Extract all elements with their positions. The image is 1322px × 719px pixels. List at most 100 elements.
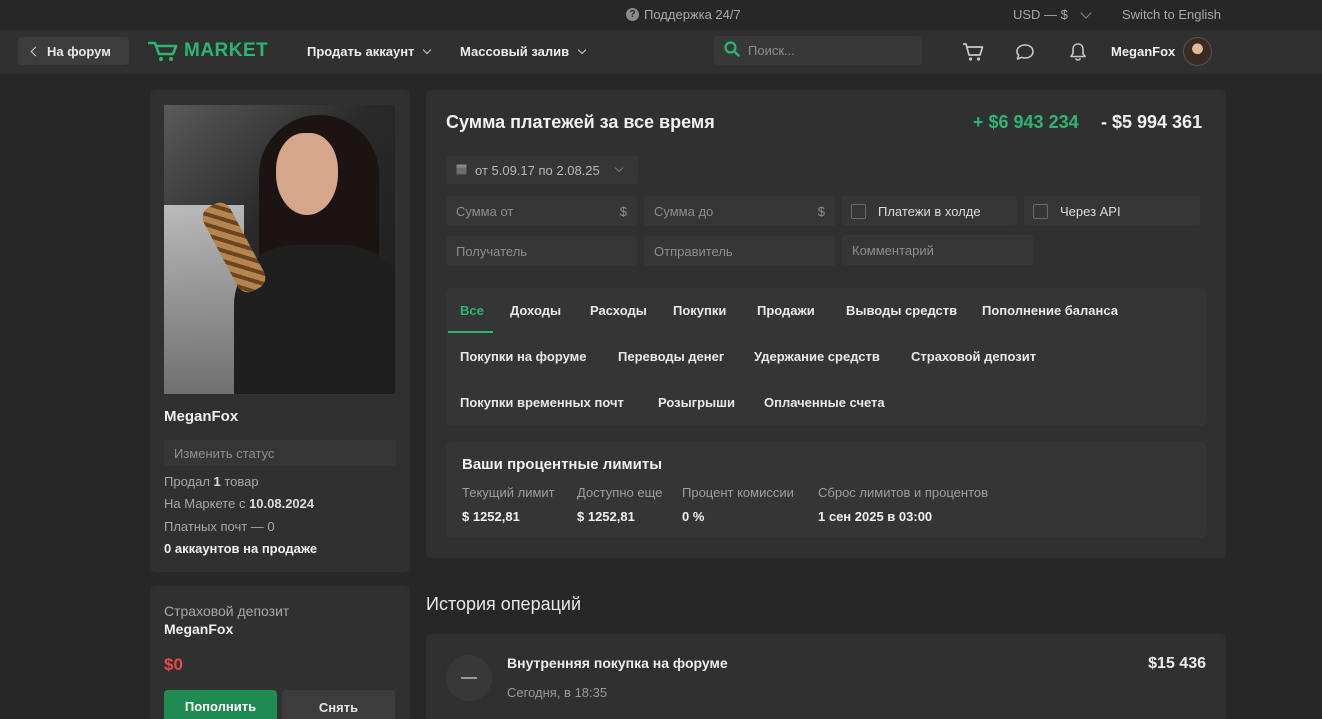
cart-logo-icon (147, 40, 178, 62)
tab-income[interactable]: Доходы (510, 303, 561, 318)
withdraw-button[interactable]: Снять (282, 690, 395, 719)
chat-icon[interactable] (1013, 40, 1037, 64)
history-title: История операций (426, 594, 582, 614)
commission-value: 0 % (682, 509, 705, 524)
date-range-label: от 5.09.17 по 2.08.25 (475, 162, 600, 178)
deposit-amount: $0 (164, 655, 183, 674)
chevron-down-icon (423, 45, 432, 54)
tab-temp-mail-purchases[interactable]: Покупки временных почт (460, 395, 624, 410)
hold-checkbox[interactable]: Платежи в холде (842, 196, 1017, 226)
current-limit-label: Текущий лимит (462, 485, 555, 500)
sold-suffix: товар (220, 474, 259, 489)
sold-number: 1 (213, 474, 221, 489)
current-limit-value: $ 1252,81 (462, 509, 520, 524)
profile-card: MeganFox Продал 1 товар На Маркете с 10.… (150, 90, 410, 572)
tab-sales[interactable]: Продажи (757, 303, 815, 318)
avatar (1183, 37, 1213, 66)
sum-from-field[interactable]: $ (446, 196, 637, 226)
search-box[interactable] (714, 36, 922, 65)
receiver-field[interactable] (446, 236, 637, 266)
profile-photo[interactable] (164, 105, 395, 394)
sum-to-field[interactable]: $ (644, 196, 835, 226)
language-switch[interactable]: Switch to English (1122, 7, 1221, 22)
market-logo[interactable]: MARKET (147, 40, 269, 62)
tab-purchases[interactable]: Покупки (673, 303, 726, 318)
tab-expenses[interactable]: Расходы (590, 303, 647, 318)
operation-time: Сегодня, в 18:35 (507, 685, 608, 700)
back-label: На форум (47, 43, 111, 59)
operation-title: Внутренняя покупка на форуме (507, 655, 728, 671)
sender-input[interactable] (654, 243, 825, 259)
limits-panel: Ваши процентные лимиты Текущий лимит $ 1… (446, 442, 1206, 538)
back-to-forum-button[interactable]: На форум (18, 37, 129, 65)
menu-label: Массовый залив (460, 44, 570, 59)
chevron-down-icon (614, 163, 624, 173)
menu-sell-account[interactable]: Продать аккаунт (307, 44, 432, 59)
deposit-card: Страховой депозит MeganFox $0 Пополнить … (150, 586, 410, 719)
tab-insurance-deposit[interactable]: Страховой депозит (911, 349, 1036, 364)
user-menu[interactable]: MeganFox (1111, 37, 1213, 66)
market-since: На Маркете с 10.08.2024 (164, 496, 314, 511)
paid-mail-count: Платных почт — 0 (164, 519, 275, 534)
tab-balance-topup[interactable]: Пополнение баланса (982, 303, 1118, 318)
profile-name[interactable]: MeganFox (164, 408, 238, 425)
since-prefix: На Маркете с (164, 496, 250, 511)
help-icon: ? (626, 8, 639, 21)
payments-title: Сумма платежей за все время (446, 112, 715, 132)
tab-giveaways[interactable]: Розыгрыши (658, 395, 735, 410)
calendar-icon (456, 163, 467, 178)
accounts-on-sale[interactable]: 0 аккаунтов на продаже (164, 541, 317, 556)
menu-label: Продать аккаунт (307, 44, 415, 59)
sold-count: Продал 1 товар (164, 474, 259, 489)
logo-text: MARKET (184, 40, 269, 61)
comment-field[interactable] (842, 235, 1033, 265)
income-total: + $6 943 234 (973, 112, 1079, 132)
tab-withdrawals[interactable]: Выводы средств (846, 303, 957, 318)
sum-from-input[interactable] (456, 203, 620, 219)
search-icon (724, 41, 740, 60)
tab-forum-purchases[interactable]: Покупки на форуме (460, 349, 587, 364)
api-checkbox[interactable]: Через API (1024, 196, 1200, 226)
tab-money-transfers[interactable]: Переводы денег (618, 349, 724, 364)
tab-paid-invoices[interactable]: Оплаченные счета (764, 395, 885, 410)
status-input[interactable] (164, 440, 396, 466)
deposit-user: MeganFox (164, 621, 234, 637)
payments-card: Сумма платежей за все время + $6 943 234… (426, 90, 1226, 558)
support-link[interactable]: ? Поддержка 24/7 (626, 7, 741, 22)
api-label: Через API (1060, 203, 1121, 219)
tab-holds[interactable]: Удержание средств (754, 349, 880, 364)
header: На форум MARKET Продать аккаунт Массовый… (0, 30, 1322, 74)
menu-bulk-upload[interactable]: Массовый залив (460, 44, 587, 59)
since-date: 10.08.2024 (249, 496, 315, 511)
sold-prefix: Продал (164, 474, 214, 489)
operation-row[interactable]: Внутренняя покупка на форуме Сегодня, в … (426, 634, 1226, 719)
active-tab-indicator (448, 331, 493, 333)
expense-total: - $5 994 361 (1101, 112, 1203, 132)
photo-face (276, 133, 338, 215)
tab-all[interactable]: Все (460, 303, 484, 318)
receiver-input[interactable] (456, 243, 627, 259)
bell-icon[interactable] (1066, 40, 1090, 64)
commission-label: Процент комиссии (682, 485, 794, 500)
hold-label: Платежи в холде (878, 203, 981, 219)
checkbox-icon[interactable] (1033, 203, 1048, 219)
date-range-picker[interactable]: от 5.09.17 по 2.08.25 (446, 156, 638, 184)
currency-sign: $ (817, 203, 825, 219)
currency-sign: $ (619, 203, 627, 219)
operation-amount: $15 436 (1148, 655, 1206, 672)
sender-field[interactable] (644, 236, 835, 266)
checkbox-icon[interactable] (851, 203, 866, 219)
operation-icon (446, 655, 492, 701)
reset-value: 1 сен 2025 в 03:00 (818, 509, 933, 524)
support-label: Поддержка 24/7 (644, 7, 741, 22)
operation-tabs: Все Доходы Расходы Покупки Продажи Вывод… (446, 288, 1206, 426)
topup-button[interactable]: Пополнить (164, 690, 277, 719)
search-input[interactable] (748, 43, 908, 58)
reset-label: Сброс лимитов и процентов (818, 485, 989, 500)
cart-icon[interactable] (961, 40, 985, 64)
chevron-down-icon (577, 45, 587, 54)
available-value: $ 1252,81 (577, 509, 635, 524)
comment-input[interactable] (852, 242, 1023, 258)
currency-select[interactable]: USD — $ (1013, 6, 1092, 22)
sum-to-input[interactable] (654, 203, 818, 219)
